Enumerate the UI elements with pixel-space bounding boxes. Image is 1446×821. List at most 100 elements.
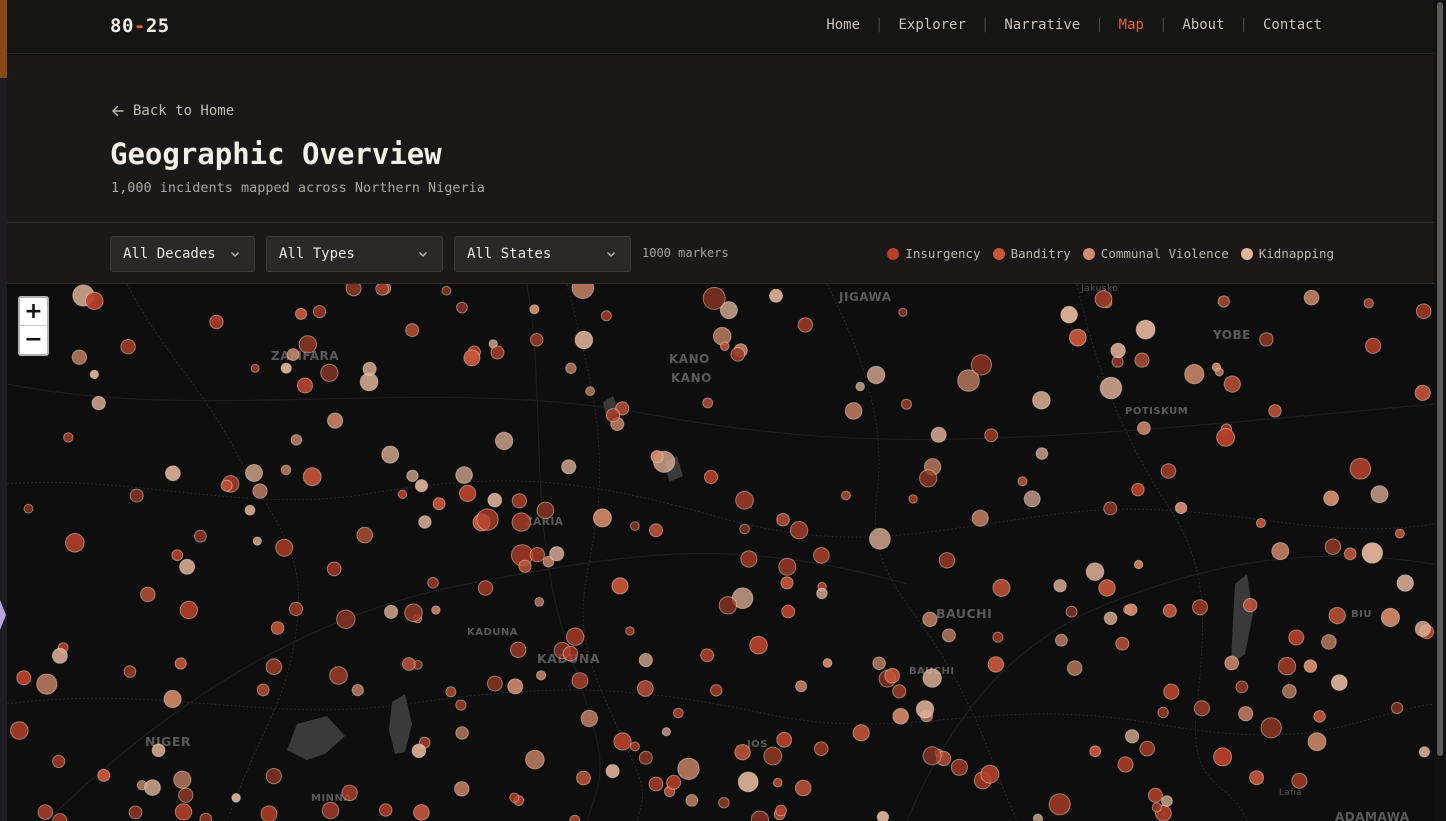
incident-marker[interactable] (1094, 290, 1113, 308)
incident-marker[interactable] (605, 764, 620, 779)
incident-marker[interactable] (773, 777, 783, 788)
incident-marker[interactable] (336, 609, 356, 629)
incident-marker[interactable] (702, 397, 714, 409)
incident-marker[interactable] (1396, 574, 1414, 592)
back-to-home-link[interactable]: Back to Home (111, 103, 234, 119)
incident-marker[interactable] (703, 469, 719, 485)
incident-marker[interactable] (685, 794, 699, 807)
incident-marker[interactable] (1365, 337, 1382, 354)
incident-marker[interactable] (1243, 597, 1258, 613)
incident-marker[interactable] (1303, 659, 1318, 673)
incident-marker[interactable] (1089, 745, 1102, 758)
incident-marker[interactable] (561, 459, 577, 475)
incident-marker[interactable] (941, 628, 956, 643)
incident-marker[interactable] (549, 546, 565, 562)
incident-marker[interactable] (536, 670, 547, 681)
incident-marker[interactable] (455, 726, 469, 740)
incident-marker[interactable] (529, 304, 540, 315)
incident-marker[interactable] (298, 335, 317, 354)
incident-marker[interactable] (636, 680, 654, 697)
incident-marker[interactable] (270, 621, 285, 635)
incident-marker[interactable] (565, 362, 577, 374)
incident-marker[interactable] (1099, 376, 1123, 400)
incident-marker[interactable] (872, 656, 886, 671)
incident-marker[interactable] (1124, 603, 1138, 617)
incident-marker[interactable] (749, 635, 768, 655)
incident-marker[interactable] (574, 330, 594, 350)
incident-marker[interactable] (700, 648, 714, 663)
incident-marker[interactable] (576, 770, 591, 786)
incident-marker[interactable] (178, 787, 194, 803)
incident-marker[interactable] (677, 757, 700, 780)
incident-marker[interactable] (275, 538, 294, 557)
incident-marker[interactable] (23, 503, 34, 514)
incident-marker[interactable] (91, 395, 106, 411)
incident-marker[interactable] (144, 779, 161, 797)
incident-marker[interactable] (397, 489, 408, 500)
incident-marker[interactable] (892, 708, 910, 725)
incident-marker[interactable] (37, 804, 54, 820)
incident-marker[interactable] (1394, 528, 1405, 539)
incident-marker[interactable] (1391, 701, 1404, 715)
nav-link-narrative[interactable]: Narrative (1004, 17, 1080, 33)
incident-marker[interactable] (220, 479, 233, 492)
incident-marker[interactable] (661, 727, 672, 737)
nav-link-home[interactable]: Home (826, 17, 860, 33)
incident-marker[interactable] (494, 431, 514, 451)
incident-marker[interactable] (1055, 633, 1068, 647)
state-select[interactable]: All States (454, 236, 631, 272)
incident-marker[interactable] (648, 776, 664, 792)
incident-marker[interactable] (1324, 538, 1342, 555)
incident-marker[interactable] (1066, 660, 1083, 676)
incident-marker[interactable] (171, 549, 184, 562)
incident-marker[interactable] (569, 814, 581, 821)
incident-marker[interactable] (922, 746, 942, 766)
incident-marker[interactable] (525, 749, 545, 770)
incident-marker[interactable] (456, 301, 468, 314)
incident-marker[interactable] (625, 626, 635, 636)
incident-marker[interactable] (866, 365, 886, 385)
site-logo[interactable]: 80-25 (110, 15, 170, 37)
incident-marker[interactable] (562, 645, 579, 662)
incident-marker[interactable] (611, 577, 629, 595)
incident-marker[interactable] (490, 345, 505, 360)
incident-marker[interactable] (477, 580, 494, 596)
incident-marker[interactable] (1415, 303, 1432, 320)
incident-marker[interactable] (1328, 607, 1346, 625)
incident-marker[interactable] (1110, 342, 1126, 359)
incident-marker[interactable] (431, 605, 441, 615)
incident-marker[interactable] (702, 286, 726, 310)
incident-marker[interactable] (898, 307, 908, 317)
incident-marker[interactable] (36, 673, 58, 695)
incident-marker[interactable] (970, 354, 993, 376)
incident-marker[interactable] (379, 803, 393, 817)
incident-marker[interactable] (1161, 795, 1173, 807)
incident-marker[interactable] (980, 764, 1000, 784)
incident-marker[interactable] (231, 793, 241, 803)
incident-marker[interactable] (1103, 611, 1118, 626)
scrollbar-thumb[interactable] (1437, 2, 1443, 756)
incident-marker[interactable] (1323, 490, 1339, 507)
incident-marker[interactable] (1147, 787, 1163, 803)
incident-marker[interactable] (629, 741, 640, 752)
incident-marker[interactable] (1418, 746, 1431, 758)
incident-marker[interactable] (1307, 732, 1327, 752)
incident-marker[interactable] (179, 600, 199, 620)
incident-marker[interactable] (1048, 793, 1071, 816)
incident-marker[interactable] (411, 743, 427, 759)
incident-marker[interactable] (509, 792, 520, 803)
incident-marker[interactable] (1255, 518, 1266, 528)
incident-marker[interactable] (638, 653, 653, 668)
incident-marker[interactable] (781, 604, 796, 619)
incident-marker[interactable] (1124, 729, 1140, 744)
incident-marker[interactable] (813, 741, 829, 757)
incident-marker[interactable] (1213, 747, 1233, 767)
incident-marker[interactable] (638, 750, 653, 765)
incident-marker[interactable] (511, 493, 528, 509)
incident-marker[interactable] (1068, 328, 1087, 347)
incident-marker[interactable] (1343, 547, 1357, 561)
incident-marker[interactable] (413, 804, 430, 821)
incident-marker[interactable] (265, 768, 282, 785)
incident-marker[interactable] (295, 307, 307, 320)
incident-marker[interactable] (841, 490, 851, 501)
